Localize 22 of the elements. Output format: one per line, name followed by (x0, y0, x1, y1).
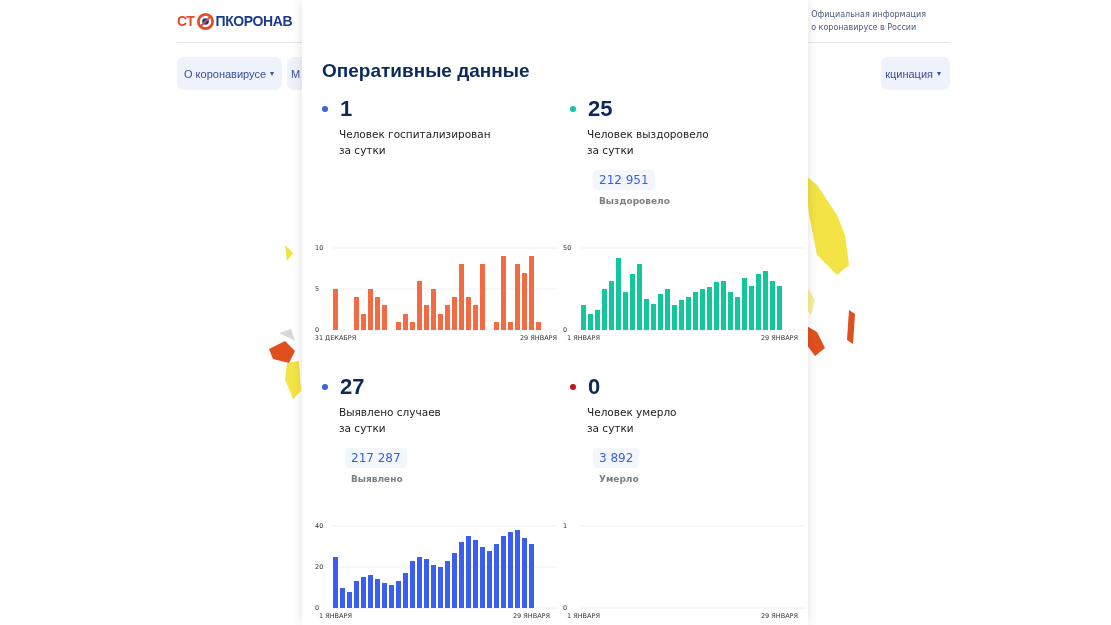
total-label: Умерло (599, 474, 640, 484)
total-label: Выявлено (351, 474, 404, 484)
stat-value: 1 (340, 96, 353, 122)
stat-label: Выявлено случаев за сутки (338, 405, 442, 436)
stat-value: 27 (340, 374, 365, 400)
stat-label: Человек выздоровело за сутки (586, 127, 710, 158)
stat-total: 212 951 (593, 170, 655, 190)
stat-total: 217 287 (345, 448, 407, 468)
stat-value: 0 (588, 374, 601, 400)
stat-total: 3 892 (593, 448, 640, 468)
caret-icon: ▾ (937, 69, 941, 78)
dialog-title: Оперативные данные (322, 60, 531, 82)
logo-text: ПКОРОНАВ (215, 13, 293, 29)
stat-label: Человек умерло за сутки (586, 405, 678, 436)
stat-label: Человек госпитализирован за сутки (338, 127, 492, 158)
virus-icon (195, 11, 215, 31)
stat-value: 25 (588, 96, 613, 122)
total-label: Выздоровело (599, 196, 671, 206)
caret-icon: ▾ (270, 69, 275, 78)
nav-menu-button[interactable]: О коронавирусе ▾ (177, 57, 283, 90)
logo-text: СТ (177, 13, 195, 29)
nav-menu-button[interactable]: кцинация ▾ (881, 57, 950, 90)
